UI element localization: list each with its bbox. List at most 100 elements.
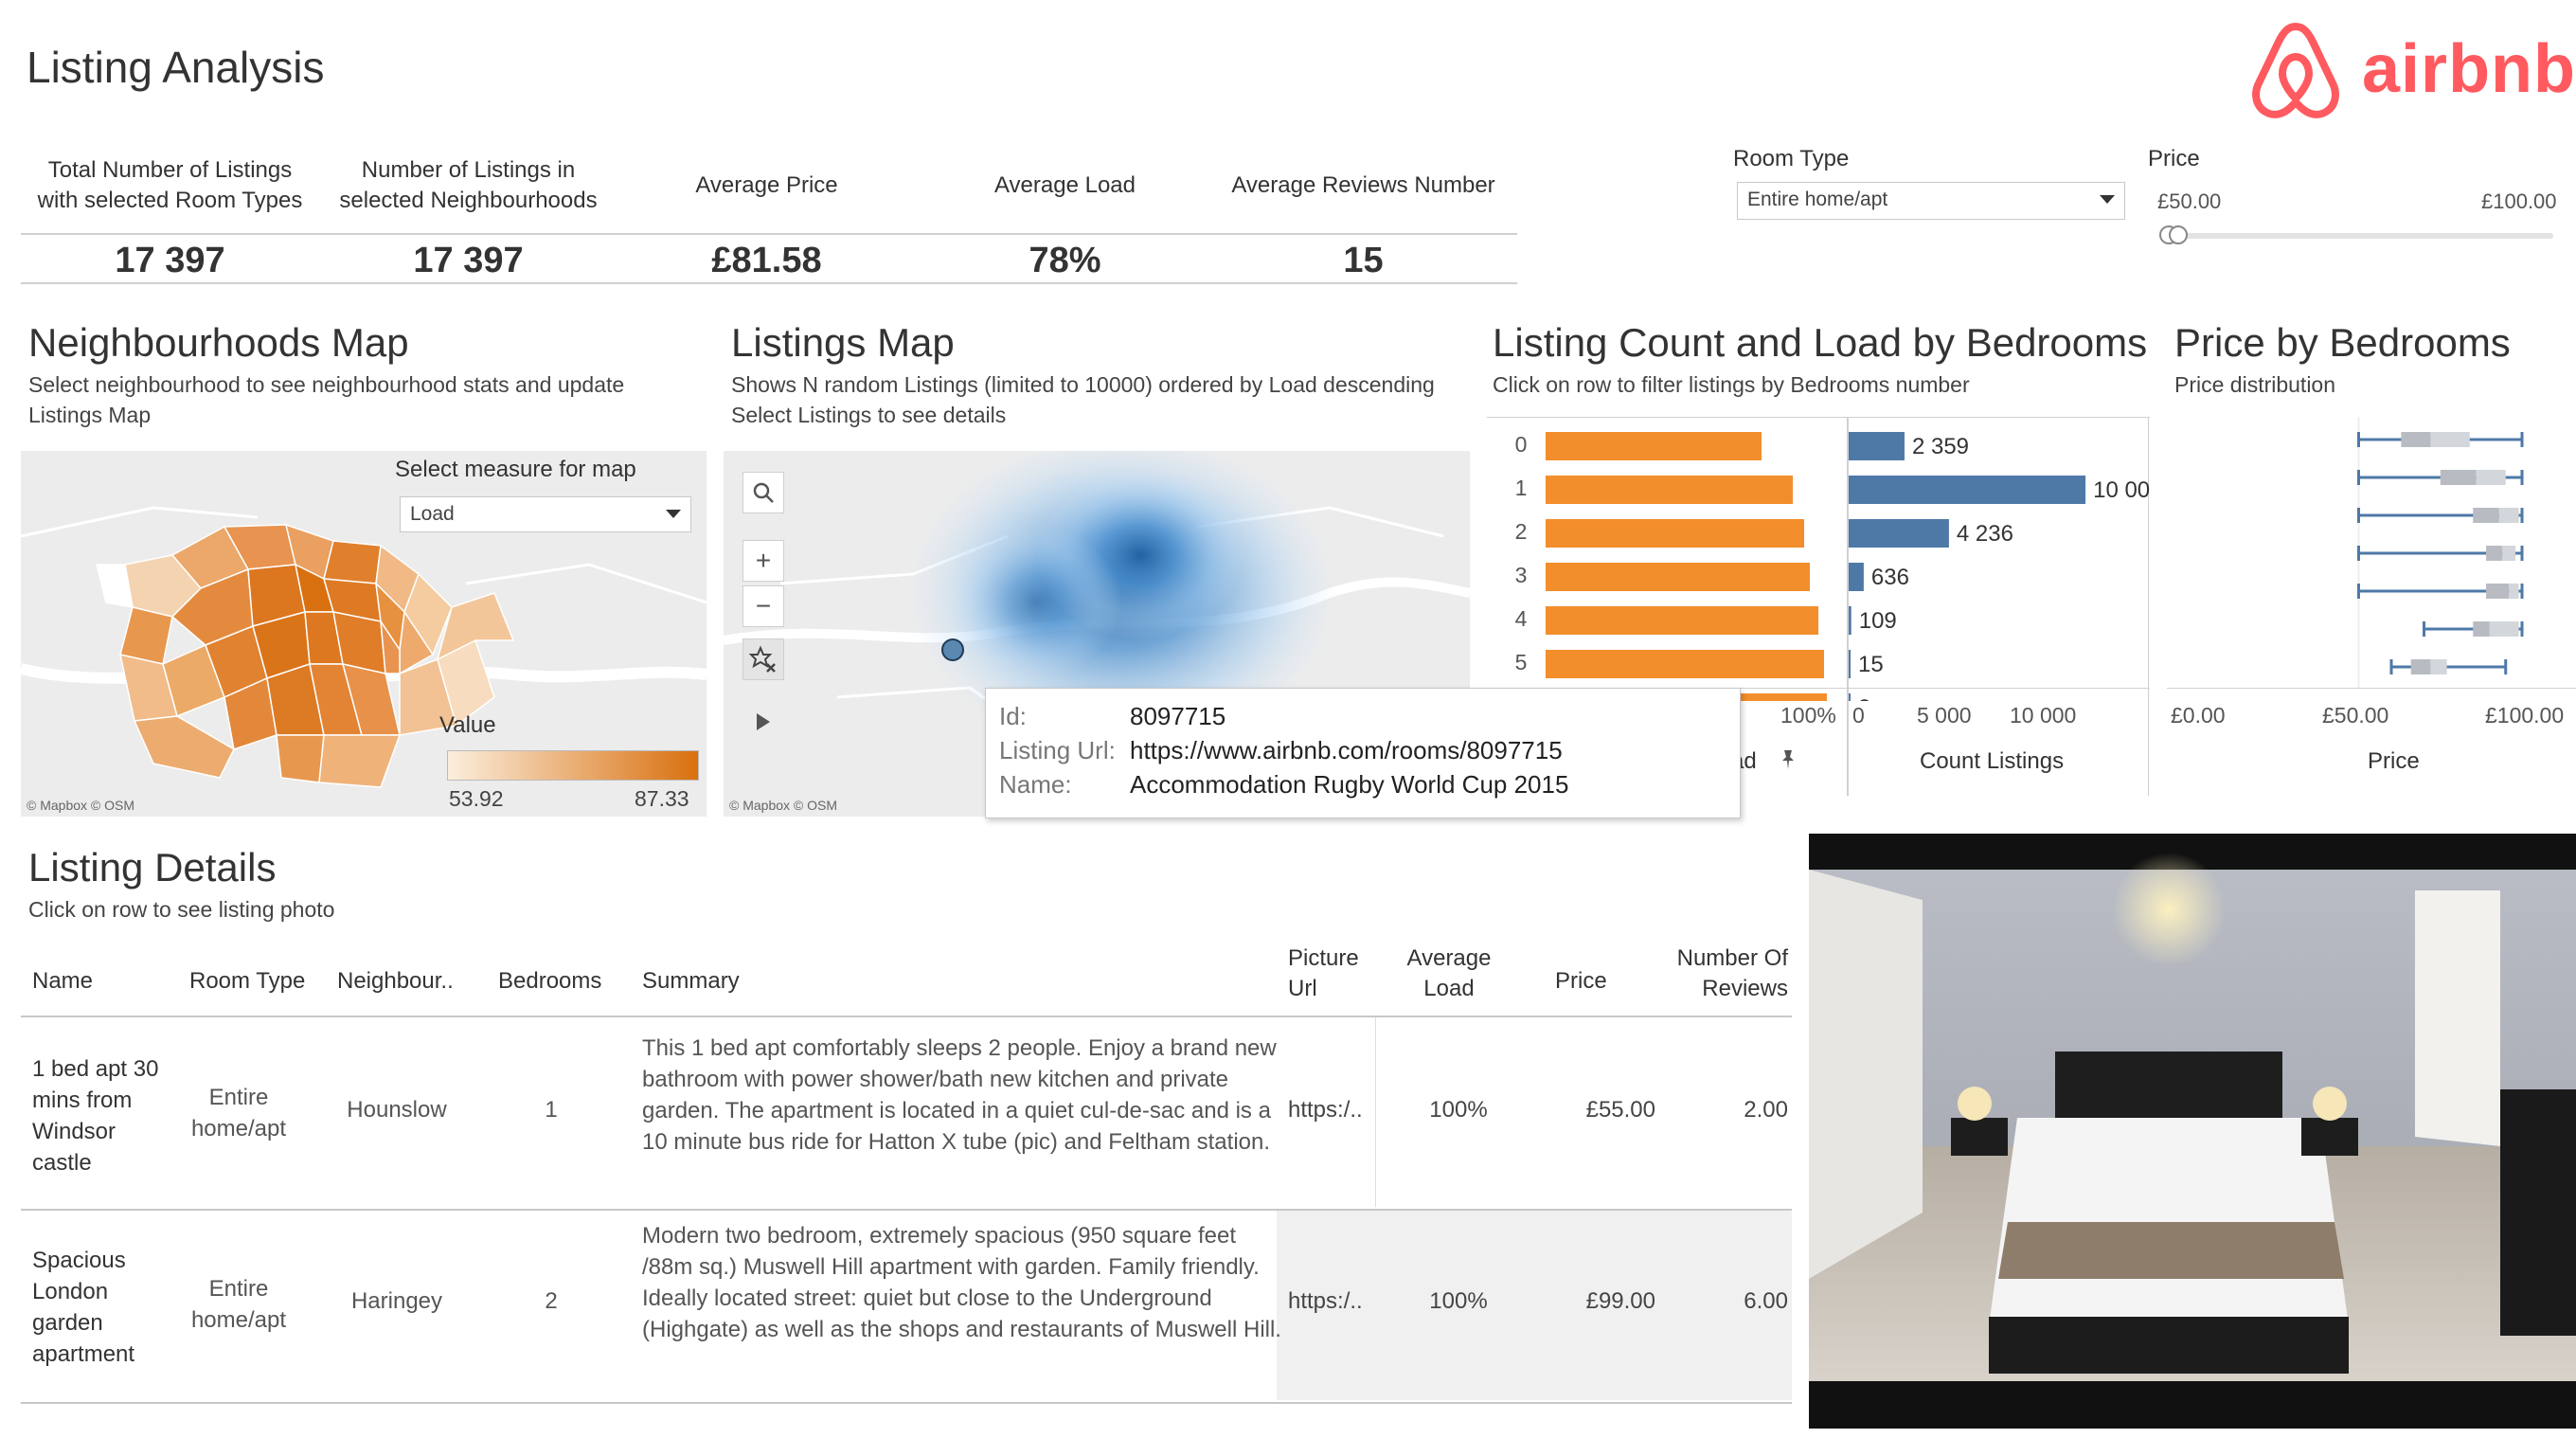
bedrooms-chart-subtitle: Click on row to filter listings by Bedro… bbox=[1493, 372, 1970, 397]
bedrooms-row-label[interactable]: 1 bbox=[1515, 476, 1528, 500]
count-bar[interactable] bbox=[1849, 563, 1864, 591]
color-legend bbox=[447, 750, 699, 781]
chevron-down-icon bbox=[666, 510, 681, 518]
count-data-label: 10 004 bbox=[2093, 477, 2150, 503]
cell-room-type: Entire home/apt bbox=[190, 1276, 287, 1333]
load-bar[interactable] bbox=[1546, 563, 1810, 591]
listings-map-subtitle: Shows N random Listings (limited to 1000… bbox=[731, 369, 1435, 430]
tooltip-url-label: Listing Url: bbox=[999, 736, 1116, 764]
tooltip-url-value[interactable]: https://www.airbnb.com/rooms/8097715 bbox=[1130, 736, 1563, 765]
kpi-label: Average Load bbox=[993, 172, 1136, 198]
price-slider-max-handle[interactable] bbox=[2169, 225, 2188, 244]
price-box bbox=[2389, 659, 2508, 674]
count-axis-label: Count Listings bbox=[1920, 748, 2065, 774]
count-axis-tick: 10 000 bbox=[2010, 703, 2077, 728]
selected-listing-marker[interactable] bbox=[941, 638, 964, 661]
bedrooms-row-label[interactable]: 5 bbox=[1515, 650, 1528, 674]
bedrooms-row-label[interactable]: 2 bbox=[1515, 519, 1528, 544]
map-measure-dropdown[interactable]: Load bbox=[400, 496, 691, 532]
pin-icon[interactable] bbox=[1777, 748, 1799, 771]
count-bar[interactable] bbox=[1849, 693, 1851, 701]
count-bar[interactable] bbox=[1849, 476, 2086, 504]
cell-neighbourhood: Hounslow bbox=[347, 1097, 447, 1123]
cell-neighbourhood: Haringey bbox=[350, 1288, 443, 1314]
airbnb-logo: airbnb bbox=[2250, 19, 2575, 123]
price-box bbox=[2423, 621, 2524, 637]
neighbourhoods-map-title: Neighbourhoods Map bbox=[28, 320, 409, 365]
col-header-bedrooms[interactable]: Bedrooms bbox=[498, 968, 601, 995]
tooltip-name-value: Accommodation Rugby World Cup 2015 bbox=[1130, 770, 1569, 799]
cell-price: £55.00 bbox=[1585, 1097, 1655, 1123]
listings-map-title: Listings Map bbox=[731, 320, 955, 365]
load-bar[interactable] bbox=[1546, 519, 1804, 548]
brand-name: airbnb bbox=[2362, 31, 2576, 107]
price-filter-label: Price bbox=[2148, 146, 2200, 171]
room-type-value: Entire home/apt bbox=[1747, 189, 1888, 210]
count-data-label: 15 bbox=[1858, 652, 1884, 677]
bedrooms-row-label[interactable]: 3 bbox=[1515, 563, 1528, 587]
count-data-label: 109 bbox=[1859, 608, 1897, 634]
price-slider-track[interactable] bbox=[2159, 233, 2553, 239]
map-attribution: © Mapbox © OSM bbox=[27, 798, 134, 813]
bedrooms-bars[interactable]: 02 359110 00424 236363641095155+3 bbox=[1487, 417, 2150, 701]
count-bar[interactable] bbox=[1849, 519, 1949, 548]
load-bar[interactable] bbox=[1546, 606, 1818, 635]
legend-title: Value bbox=[439, 712, 496, 738]
cell-average-load: 100% bbox=[1429, 1097, 1488, 1123]
zoom-in-icon[interactable]: + bbox=[742, 540, 784, 582]
subtitle-line: Select neighbourhood to see neighbourhoo… bbox=[28, 372, 625, 397]
col-header-picture-url[interactable]: Picture Url bbox=[1288, 944, 1379, 1004]
room-type-dropdown[interactable]: Entire home/apt bbox=[1737, 182, 2125, 220]
price-axis-tick: £100.00 bbox=[2485, 703, 2565, 728]
neighbourhoods-map[interactable]: Select measure for map Load Value 53.92 … bbox=[21, 451, 707, 817]
cell-reviews: 2.00 bbox=[1744, 1097, 1788, 1123]
col-header-average-load[interactable]: Average Load bbox=[1392, 944, 1506, 1004]
search-icon[interactable] bbox=[742, 472, 784, 513]
cell-picture-url[interactable]: https:/.. bbox=[1288, 1288, 1363, 1315]
col-header-room-type[interactable]: Room Type bbox=[189, 968, 305, 995]
details-table[interactable]: Name Room Type Neighbour.. Bedrooms Summ… bbox=[21, 944, 1792, 1404]
col-header-price[interactable]: Price bbox=[1555, 968, 1607, 995]
cell-bedrooms: 2 bbox=[545, 1288, 558, 1314]
tooltip-id-label: Id: bbox=[999, 702, 1027, 730]
price-chart[interactable]: £0.00 £50.00 £100.00 Price bbox=[2167, 417, 2576, 796]
play-icon[interactable] bbox=[742, 701, 784, 743]
col-header-name[interactable]: Name bbox=[32, 968, 93, 995]
kpi-average-load: Average Load 78% bbox=[916, 155, 1214, 281]
bedrooms-chart-title: Listing Count and Load by Bedrooms bbox=[1493, 320, 2148, 365]
count-bar[interactable] bbox=[1849, 650, 1851, 678]
map-measure-value: Load bbox=[410, 503, 455, 525]
clear-selection-icon[interactable] bbox=[742, 638, 784, 680]
kpi-value: £81.58 bbox=[711, 241, 822, 280]
cell-price: £99.00 bbox=[1585, 1288, 1655, 1314]
page-title: Listing Analysis bbox=[27, 43, 325, 92]
zoom-out-icon[interactable]: − bbox=[742, 585, 784, 627]
map-attribution: © Mapbox © OSM bbox=[729, 798, 837, 813]
tooltip-name-label: Name: bbox=[999, 770, 1072, 799]
count-bar[interactable] bbox=[1849, 606, 1852, 635]
count-data-label: 2 359 bbox=[1912, 434, 1969, 459]
kpi-label: with selected Room Types bbox=[37, 188, 303, 213]
load-bar[interactable] bbox=[1546, 650, 1824, 678]
col-header-neighbourhood[interactable]: Neighbour.. bbox=[337, 968, 454, 995]
load-bar[interactable] bbox=[1546, 476, 1793, 504]
cell-picture-url[interactable]: https:/.. bbox=[1288, 1097, 1363, 1123]
table-row[interactable]: 1 bed apt 30 mins from Windsor castle En… bbox=[21, 1017, 1792, 1207]
bedrooms-row-label[interactable]: 0 bbox=[1515, 432, 1528, 457]
subtitle-line: Listings Map bbox=[28, 403, 152, 427]
kpi-label: Average Reviews Number bbox=[1231, 172, 1495, 198]
cell-bedrooms: 1 bbox=[545, 1097, 558, 1123]
count-axis-tick: 5 000 bbox=[1917, 703, 1972, 728]
price-box bbox=[2357, 432, 2524, 447]
col-header-summary[interactable]: Summary bbox=[642, 968, 740, 995]
kpi-value: 17 397 bbox=[413, 241, 524, 280]
load-bar[interactable] bbox=[1546, 432, 1762, 460]
col-header-reviews[interactable]: Number Of Reviews bbox=[1655, 944, 1788, 1004]
count-bar[interactable] bbox=[1849, 432, 1905, 460]
room-type-filter-label: Room Type bbox=[1733, 146, 1850, 171]
table-row[interactable]: Spacious London garden apartment Entire … bbox=[21, 1211, 1792, 1400]
kpi-label: selected Neighbourhoods bbox=[339, 188, 598, 213]
bedrooms-row-label[interactable]: 4 bbox=[1515, 606, 1528, 631]
price-chart-subtitle: Price distribution bbox=[2174, 372, 2336, 397]
price-boxplots bbox=[2357, 417, 2524, 688]
